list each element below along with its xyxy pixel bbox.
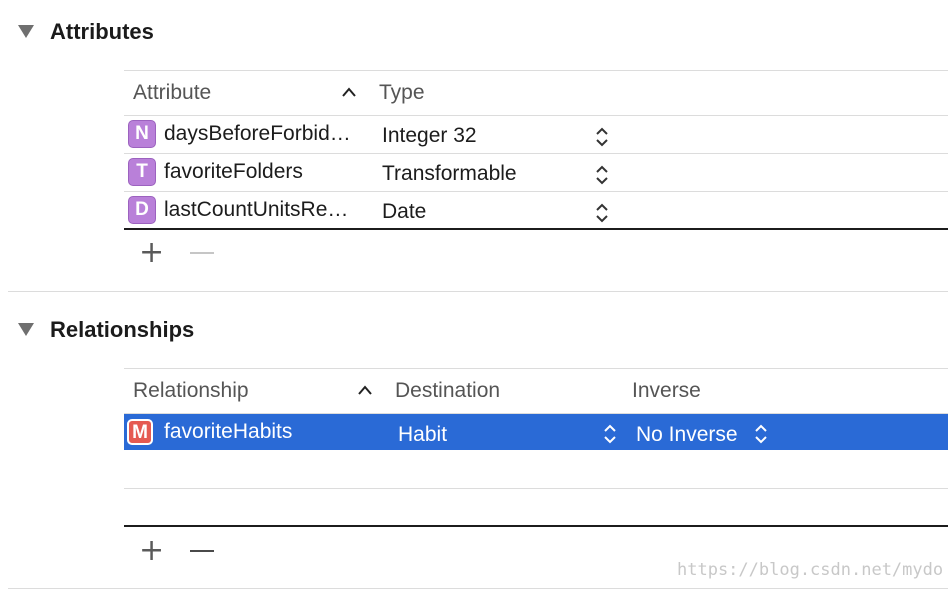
relationship-inverse-value[interactable]: No Inverse [636,423,738,447]
attribute-type-badge: D [128,196,156,224]
type-popup-chevron-icon[interactable] [596,126,608,148]
relationships-table-bottom-border [124,525,948,527]
attribute-type-badge: T [128,158,156,186]
attribute-type-value[interactable]: Date [382,200,426,224]
destination-popup-chevron-icon[interactable] [604,423,616,445]
attribute-name[interactable]: favoriteFolders [164,160,303,184]
add-attribute-button[interactable]: + [139,238,164,268]
add-relationship-button[interactable]: + [139,536,164,566]
sort-ascending-icon[interactable] [358,382,372,398]
attribute-column-header[interactable]: Attribute [133,81,211,105]
relationships-table-top-border [124,368,948,369]
relationship-type-badge: M [127,419,153,445]
relationships-disclosure-triangle-icon[interactable] [18,323,34,336]
attribute-name[interactable]: lastCountUnitsRe… [164,198,348,222]
remove-relationship-button[interactable]: — [190,550,214,552]
inverse-popup-chevron-icon[interactable] [755,423,767,445]
type-popup-chevron-icon[interactable] [596,164,608,186]
attributes-table-top-border [124,70,948,71]
relationships-section-title: Relationships [50,317,195,342]
destination-column-header[interactable]: Destination [395,379,500,403]
remove-attribute-button[interactable]: — [190,252,214,254]
relationship-column-header[interactable]: Relationship [133,379,249,403]
type-column-header[interactable]: Type [379,81,425,105]
sort-ascending-icon[interactable] [342,84,356,100]
section-divider [8,588,948,589]
attribute-type-value[interactable]: Integer 32 [382,124,477,148]
attribute-type-value[interactable]: Transformable [382,162,517,186]
row-divider [124,153,948,154]
relationship-row-selected[interactable]: M favoriteHabits Habit No Inverse [124,414,948,450]
attribute-name[interactable]: daysBeforeForbid… [164,122,351,146]
row-divider [124,191,948,192]
relationship-name[interactable]: favoriteHabits [164,420,292,444]
attributes-disclosure-triangle-icon[interactable] [18,25,34,38]
relationship-destination-value[interactable]: Habit [398,423,447,447]
inverse-column-header[interactable]: Inverse [632,379,701,403]
attribute-type-badge: N [128,120,156,148]
attributes-table-bottom-border [124,228,948,230]
type-popup-chevron-icon[interactable] [596,202,608,224]
attributes-section-title: Attributes [50,19,154,44]
watermark-text: https://blog.csdn.net/mydo [677,560,944,580]
row-divider [124,488,948,489]
section-divider [8,291,948,292]
attributes-header-divider [124,115,948,116]
